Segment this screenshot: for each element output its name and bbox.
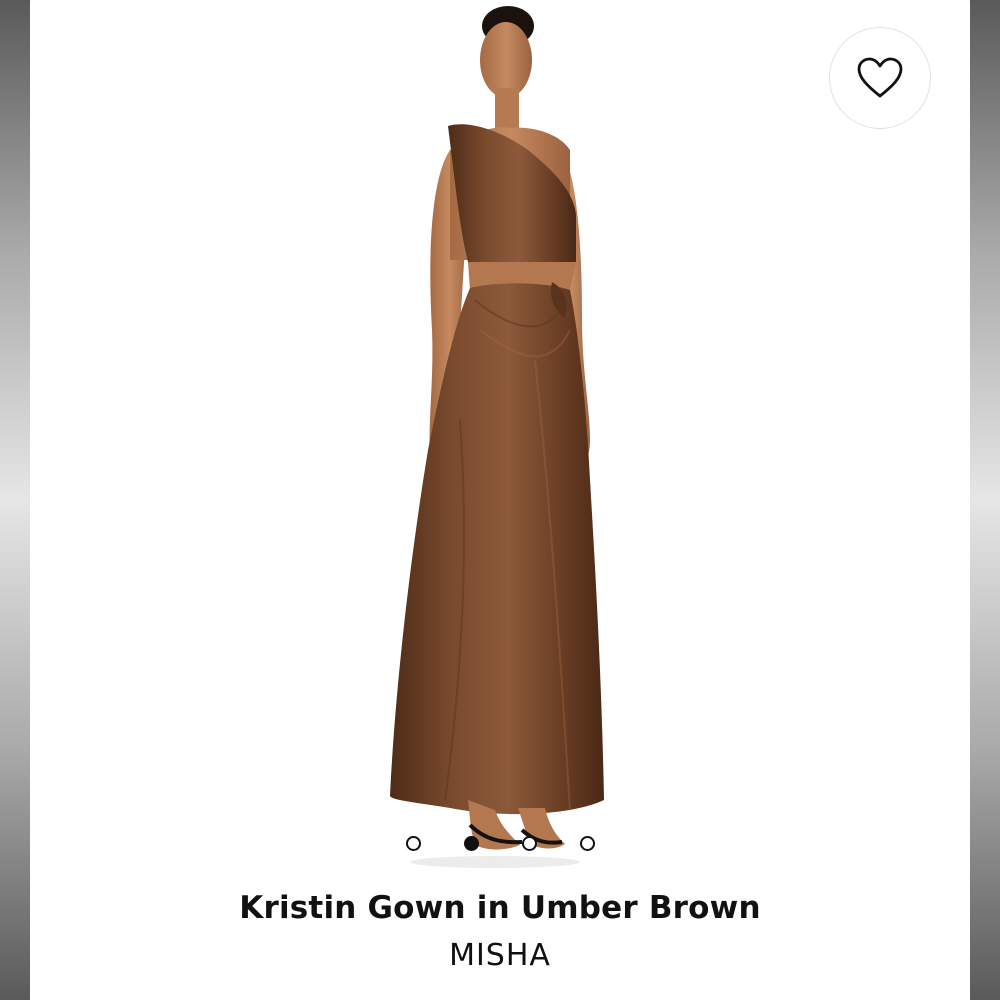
right-edge	[970, 0, 1000, 1000]
heart-icon	[857, 57, 903, 98]
carousel-dot-2[interactable]	[464, 836, 479, 851]
product-card: Kristin Gown in Umber Brown MISHA	[30, 0, 970, 1000]
left-edge	[0, 0, 30, 1000]
carousel-dot-3[interactable]	[522, 836, 537, 851]
product-brand[interactable]: MISHA	[30, 938, 970, 973]
carousel-dot-4[interactable]	[580, 836, 595, 851]
product-image[interactable]	[30, 0, 970, 870]
favorite-button[interactable]	[829, 27, 931, 129]
carousel-indicator	[30, 836, 970, 856]
product-title: Kristin Gown in Umber Brown	[239, 890, 761, 926]
carousel-dot-1[interactable]	[406, 836, 421, 851]
